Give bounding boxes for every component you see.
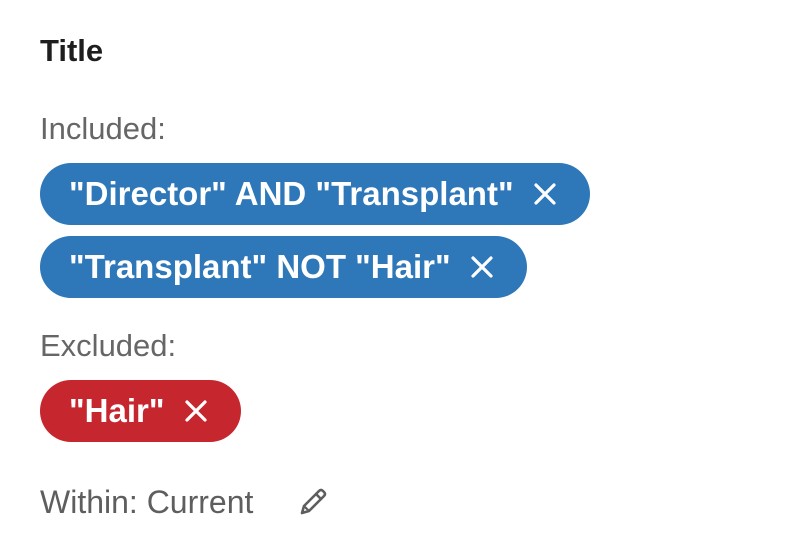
chip-label: "Director" AND "Transplant" xyxy=(69,175,514,212)
excluded-chip: "Hair" xyxy=(40,380,241,442)
chip-label: "Hair" xyxy=(69,392,165,429)
close-icon[interactable] xyxy=(469,254,495,280)
close-icon[interactable] xyxy=(183,398,209,424)
included-label: Included: xyxy=(40,111,166,146)
close-icon[interactable] xyxy=(532,181,558,207)
included-chip: "Director" AND "Transplant" xyxy=(40,163,590,225)
chip-label: "Transplant" NOT "Hair" xyxy=(69,248,451,285)
excluded-chip-list: "Hair" xyxy=(40,380,780,442)
excluded-label: Excluded: xyxy=(40,328,177,363)
within-row: Within: Current xyxy=(40,479,780,525)
included-chip: "Transplant" NOT "Hair" xyxy=(40,236,527,298)
pencil-icon[interactable] xyxy=(293,482,333,522)
within-text: Within: Current xyxy=(40,483,254,520)
title-filter-panel: Title Included: "Director" AND "Transpla… xyxy=(40,28,780,525)
section-title: Title xyxy=(40,33,104,68)
included-chip-list: "Director" AND "Transplant" "Transplant"… xyxy=(40,163,780,298)
